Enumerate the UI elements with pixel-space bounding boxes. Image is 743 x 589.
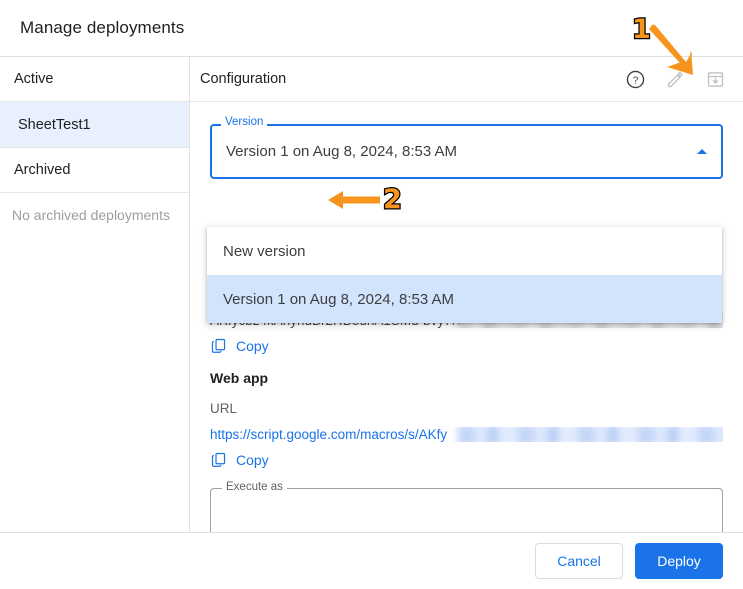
- version-dropdown-menu[interactable]: New version Version 1 on Aug 8, 2024, 8:…: [207, 227, 722, 323]
- web-app-url-value[interactable]: https://script.google.com/macros/s/AKfy: [210, 427, 723, 442]
- version-select[interactable]: Version 1 on Aug 8, 2024, 8:53 AM Versio…: [210, 116, 723, 179]
- copy-icon: [211, 452, 226, 467]
- version-select-control[interactable]: Version 1 on Aug 8, 2024, 8:53 AM: [210, 124, 723, 179]
- pencil-icon[interactable]: [655, 59, 695, 99]
- cancel-button-label: Cancel: [557, 553, 601, 569]
- deployments-sidebar: Active SheetTest1 Archived No archived d…: [0, 57, 190, 532]
- sidebar-archived-empty: No archived deployments: [12, 207, 170, 223]
- configuration-title: Configuration: [200, 71, 287, 87]
- sidebar-header-active: Active: [0, 57, 189, 102]
- version-select-label: Version: [221, 116, 268, 128]
- dialog-body: Active SheetTest1 Archived No archived d…: [0, 56, 743, 532]
- execute-as-label: Execute as: [222, 481, 287, 493]
- dialog-footer: Cancel Deploy: [0, 532, 743, 589]
- configuration-header: Configuration ?: [190, 57, 743, 102]
- cancel-button[interactable]: Cancel: [535, 543, 623, 579]
- copy-deployment-id-button[interactable]: Copy: [210, 337, 723, 354]
- chevron-up-icon[interactable]: [697, 149, 707, 154]
- web-app-url-redaction: [458, 427, 723, 442]
- help-circle-icon[interactable]: ?: [615, 59, 655, 99]
- deploy-button[interactable]: Deploy: [635, 543, 723, 579]
- sidebar-header-active-label: Active: [14, 71, 54, 87]
- svg-text:?: ?: [632, 75, 638, 86]
- sidebar-item-label: SheetTest1: [18, 116, 91, 133]
- version-1-option[interactable]: Version 1 on Aug 8, 2024, 8:53 AM: [207, 275, 722, 323]
- copy-icon: [211, 338, 226, 353]
- sidebar-item-sheettest1[interactable]: SheetTest1: [0, 102, 189, 148]
- manage-deployments-dialog: Manage deployments Active SheetTest1 Arc…: [0, 0, 743, 589]
- copy-web-app-url-button[interactable]: Copy: [210, 451, 723, 468]
- page-title: Manage deployments: [20, 18, 185, 37]
- dialog-titlebar: Manage deployments: [0, 0, 743, 56]
- new-version-option-label: New version: [223, 242, 306, 260]
- version-1-option-label: Version 1 on Aug 8, 2024, 8:53 AM: [223, 290, 455, 308]
- version-select-value: Version 1 on Aug 8, 2024, 8:53 AM: [226, 143, 458, 160]
- deploy-button-label: Deploy: [657, 553, 701, 569]
- execute-as-value: [211, 489, 722, 506]
- web-app-url-title: URL: [210, 401, 238, 416]
- web-app-section: Web app URL https://script.google.com/ma…: [210, 370, 723, 468]
- sidebar-header-archived-label: Archived: [14, 162, 71, 178]
- web-app-url-text: https://script.google.com/macros/s/AKfy: [210, 427, 448, 442]
- archive-down-icon[interactable]: [695, 59, 735, 99]
- new-version-option[interactable]: New version: [207, 227, 722, 275]
- execute-as-select[interactable]: Execute as: [210, 481, 723, 532]
- copy-deployment-id-label: Copy: [236, 337, 269, 354]
- copy-web-app-url-label: Copy: [236, 451, 269, 468]
- web-app-title: Web app: [210, 370, 269, 386]
- sidebar-header-archived: Archived: [0, 148, 189, 193]
